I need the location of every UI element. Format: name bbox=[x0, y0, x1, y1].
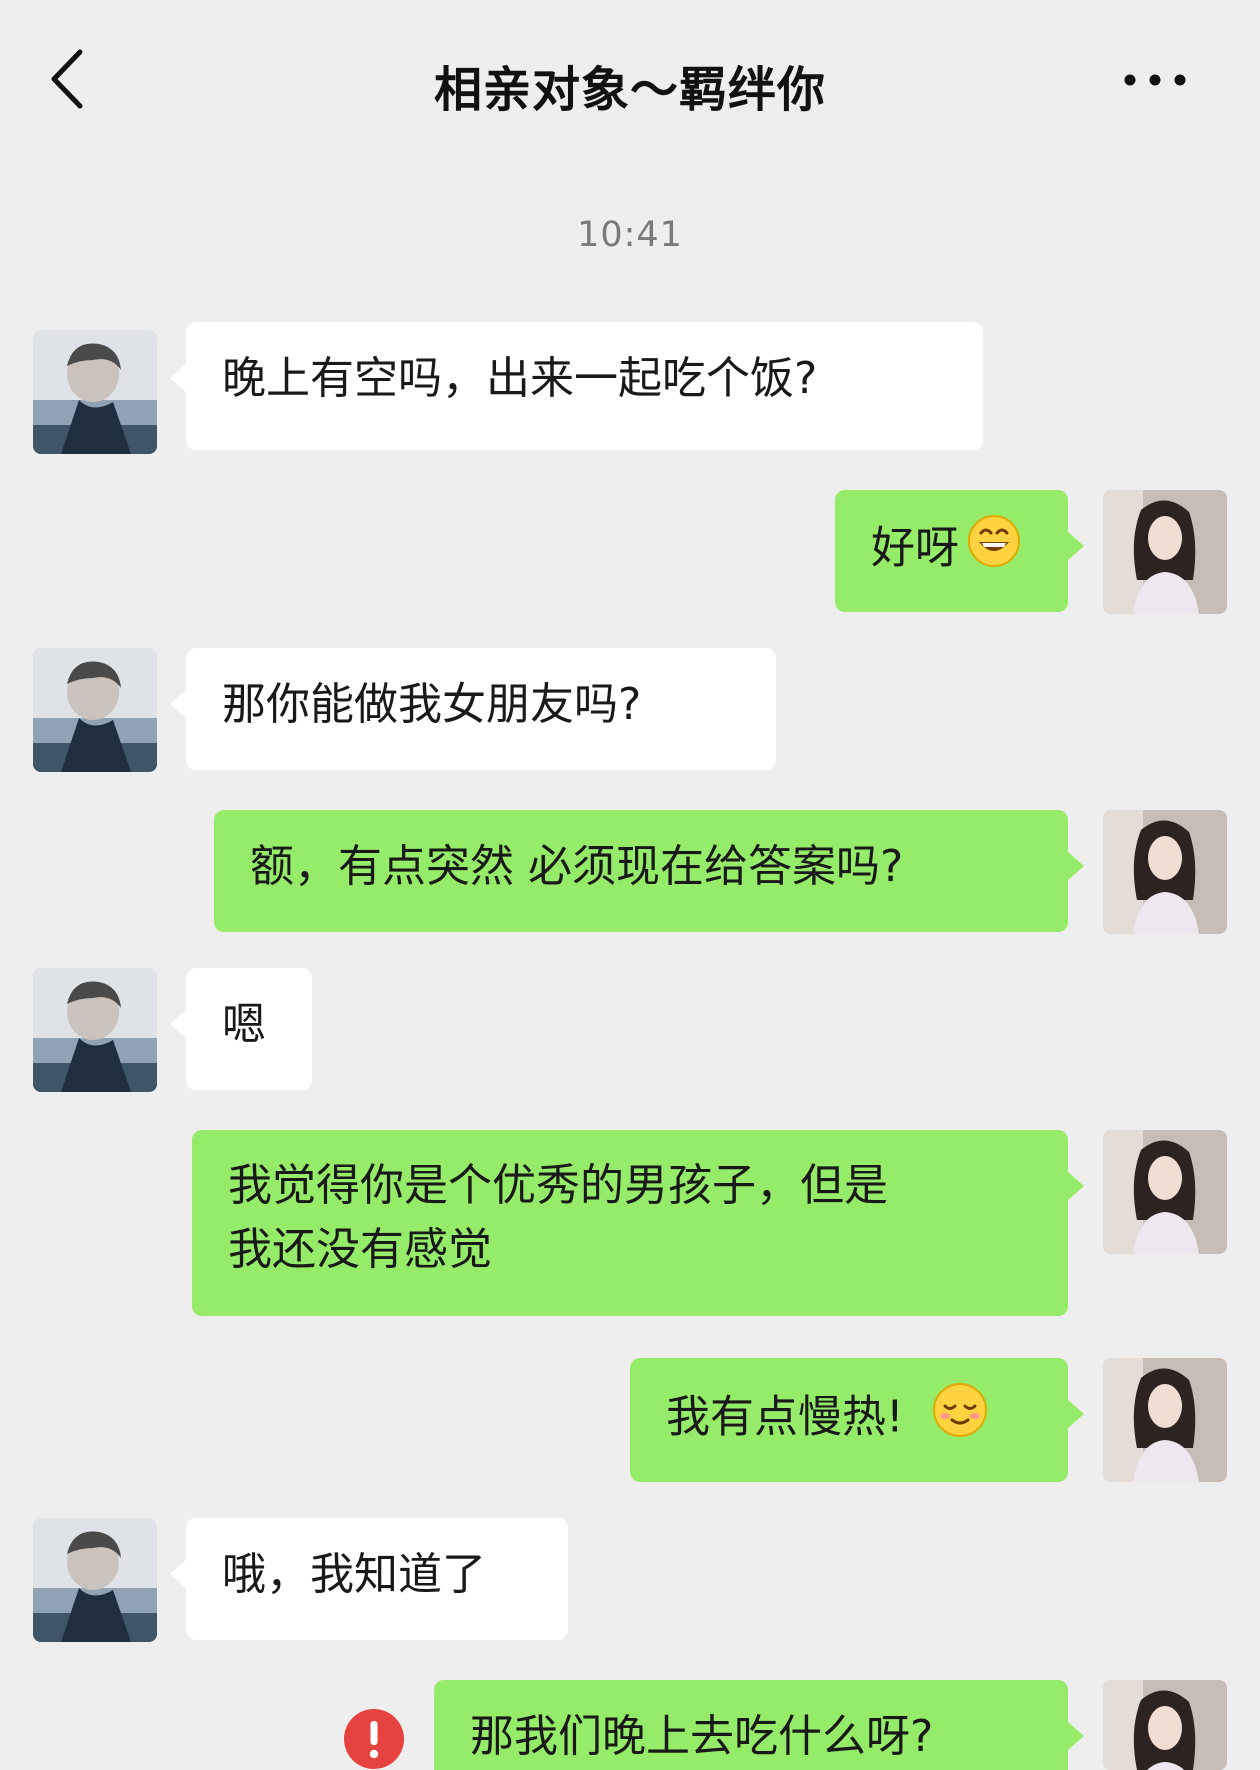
grinning-face-emoji bbox=[967, 514, 1021, 587]
contact-avatar[interactable] bbox=[33, 330, 157, 454]
contact-avatar[interactable] bbox=[33, 968, 157, 1092]
contact-avatar[interactable] bbox=[33, 648, 157, 772]
chat-screen: 相亲对象～羁绊你 10:41 晚上有空吗，出来一起吃个饭? 好呀 那你能做我女朋… bbox=[0, 0, 1260, 1770]
my-avatar[interactable] bbox=[1103, 1130, 1227, 1254]
message-timestamp: 10:41 bbox=[577, 215, 683, 255]
message-bubble-incoming[interactable]: 那你能做我女朋友吗? bbox=[170, 648, 776, 770]
message-bubble-outgoing[interactable]: 好呀 bbox=[835, 490, 1084, 612]
chat-title: 相亲对象～羁绊你 bbox=[433, 62, 826, 118]
message-text: 晚上有空吗，出来一起吃个饭? bbox=[222, 353, 818, 404]
message-text: 好呀 bbox=[871, 522, 959, 574]
message-bubble-incoming[interactable]: 哦，我知道了 bbox=[170, 1518, 568, 1640]
send-failed-icon[interactable] bbox=[343, 1708, 405, 1770]
my-avatar[interactable] bbox=[1103, 490, 1227, 614]
message-bubble-incoming[interactable]: 嗯 bbox=[170, 968, 312, 1090]
message-text: 哦，我知道了 bbox=[222, 1549, 486, 1600]
message-bubble-outgoing[interactable]: 我有点慢热! bbox=[630, 1358, 1084, 1482]
my-avatar[interactable] bbox=[1103, 810, 1227, 934]
chat-header: 相亲对象～羁绊你 bbox=[0, 0, 1260, 150]
message-text: 我有点慢热! bbox=[666, 1391, 904, 1443]
shy-smile-emoji bbox=[932, 1382, 988, 1457]
contact-avatar[interactable] bbox=[33, 1518, 157, 1642]
message-text: 那你能做我女朋友吗? bbox=[222, 679, 642, 730]
message-bubble-outgoing[interactable]: 额，有点突然 必须现在给答案吗? bbox=[214, 810, 1084, 932]
my-avatar[interactable] bbox=[1103, 1680, 1227, 1770]
message-text: 嗯 bbox=[222, 999, 266, 1050]
message-text: 那我们晚上去吃什么呀? bbox=[470, 1711, 934, 1762]
message-bubble-outgoing[interactable]: 我觉得你是个优秀的男孩子，但是 我还没有感觉 bbox=[192, 1130, 1084, 1316]
message-text: 额，有点突然 必须现在给答案吗? bbox=[250, 841, 904, 892]
my-avatar[interactable] bbox=[1103, 1358, 1227, 1482]
more-icon[interactable] bbox=[1120, 60, 1190, 100]
message-bubble-incoming[interactable]: 晚上有空吗，出来一起吃个饭? bbox=[170, 322, 983, 450]
message-text-line: 我觉得你是个优秀的男孩子，但是 bbox=[228, 1160, 888, 1211]
message-text-line: 我还没有感觉 bbox=[228, 1223, 492, 1275]
message-bubble-outgoing[interactable]: 那我们晚上去吃什么呀? bbox=[434, 1680, 1084, 1770]
